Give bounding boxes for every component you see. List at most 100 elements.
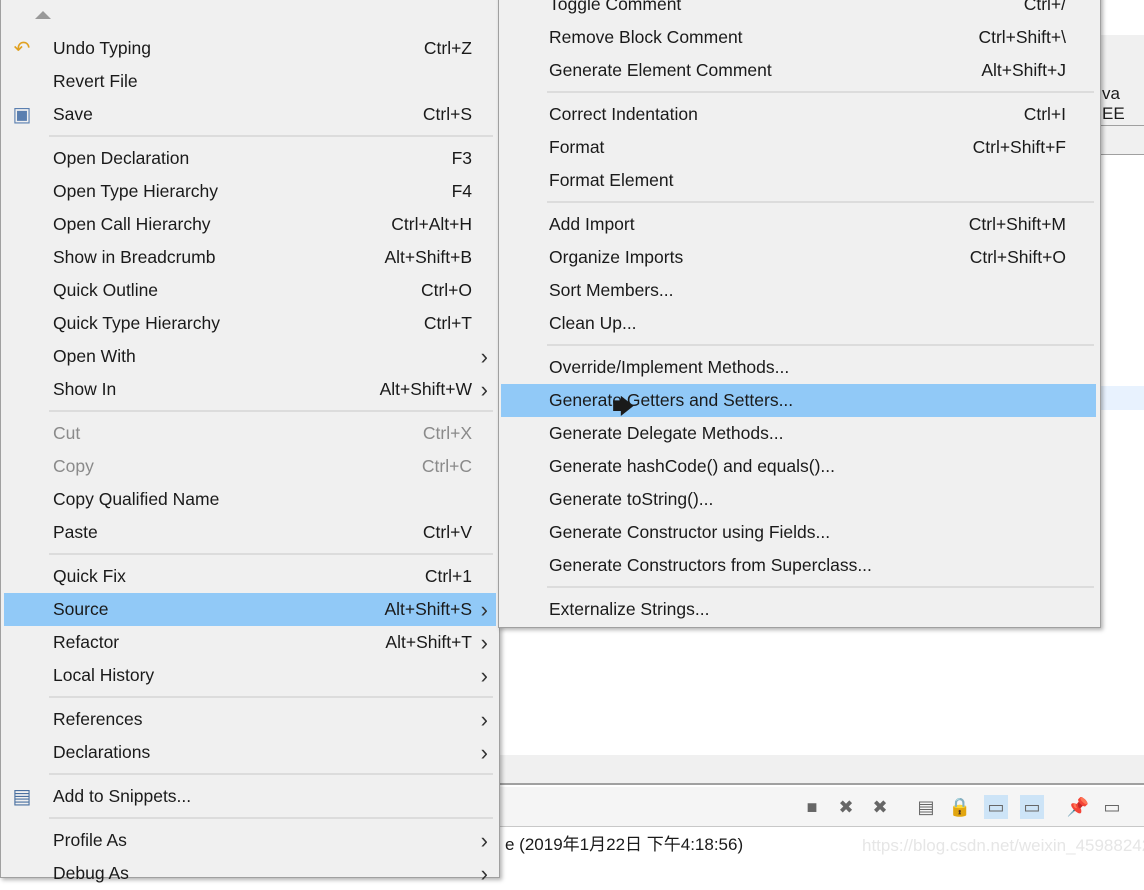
menu-item-add-to-snippets[interactable]: ▤ Add to Snippets... (4, 780, 496, 813)
menu-item-label: Save (53, 104, 93, 124)
menu-item-label: Refactor (53, 632, 120, 652)
clear-console-icon[interactable]: ▤ (914, 795, 938, 819)
menu-item-label: Open With (53, 346, 136, 366)
menu-item-quick-outline[interactable]: Quick Outline Ctrl+O (4, 274, 496, 307)
menu-item-refactor[interactable]: Refactor Alt+Shift+T › (4, 626, 496, 659)
scroll-lock-icon[interactable]: 🔒 (948, 795, 972, 819)
menu-item-open-type-hierarchy[interactable]: Open Type Hierarchy F4 (4, 175, 496, 208)
chevron-right-icon: › (480, 706, 488, 732)
menu-item-label: Generate Constructor using Fields... (549, 522, 831, 542)
menu-item-generate-constructor-using-fields[interactable]: Generate Constructor using Fields... (501, 516, 1096, 549)
menu-item-externalize-strings[interactable]: Externalize Strings... (501, 593, 1096, 626)
menu-item-label: Local History (53, 665, 155, 685)
menu-separator (49, 773, 493, 775)
menu-item-organize-imports[interactable]: Organize Imports Ctrl+Shift+O (501, 241, 1096, 274)
menu-item-quick-type-hierarchy[interactable]: Quick Type Hierarchy Ctrl+T (4, 307, 496, 340)
menu-item-label: Cut (53, 423, 81, 443)
menu-item-label: Externalize Strings... (549, 599, 710, 619)
menu-item-shortcut: Ctrl+O (420, 280, 472, 300)
menu-item-label: Override/Implement Methods... (549, 357, 790, 377)
display-console-icon[interactable]: ▭ (1100, 795, 1124, 819)
chevron-right-icon: › (480, 739, 488, 765)
menu-item-save[interactable]: ▣ Save Ctrl+S (4, 98, 496, 131)
chevron-right-icon: › (480, 827, 488, 853)
menu-item-label: Toggle Comment (549, 0, 682, 14)
menu-item-label: Format Element (549, 170, 674, 190)
menu-item-profile-as[interactable]: Profile As › (4, 824, 496, 857)
menu-item-open-call-hierarchy[interactable]: Open Call Hierarchy Ctrl+Alt+H (4, 208, 496, 241)
watermark: https://blog.csdn.net/weixin_45988242 (862, 836, 1144, 855)
menu-item-generate-constructors-from-superclass[interactable]: Generate Constructors from Superclass... (501, 549, 1096, 582)
menu-item-label: Open Type Hierarchy (53, 181, 219, 201)
menu-item-undo-typing[interactable]: ↶ Undo Typing Ctrl+Z (4, 32, 496, 65)
menu-item-label: Revert File (53, 71, 138, 91)
menu-item-open-declaration[interactable]: Open Declaration F3 (4, 142, 496, 175)
menu-item-shortcut: F3 (451, 148, 472, 168)
menu-item-label: Quick Fix (53, 566, 126, 586)
menu-item-shortcut: Ctrl+Shift+F (972, 137, 1066, 157)
menu-item-shortcut: Ctrl+Shift+\ (978, 27, 1066, 47)
mouse-cursor-icon: 🡆 (612, 394, 635, 419)
menu-item-show-in[interactable]: Show In Alt+Shift+W › (4, 373, 496, 406)
show-on-stderr-icon[interactable]: ▭ (1020, 795, 1044, 819)
menu-item-open-with[interactable]: Open With › (4, 340, 496, 373)
menu-item-shortcut: Alt+Shift+J (981, 60, 1066, 80)
menu-item-debug-as[interactable]: Debug As › (4, 857, 496, 890)
menu-item-label: Show in Breadcrumb (53, 247, 216, 267)
menu-item-shortcut: Ctrl+Alt+H (391, 214, 472, 234)
show-on-stdout-icon[interactable]: ▭ (984, 795, 1008, 819)
menu-item-override-implement-methods[interactable]: Override/Implement Methods... (501, 351, 1096, 384)
menu-item-generate-tostring[interactable]: Generate toString()... (501, 483, 1096, 516)
menu-item-source[interactable]: Source Alt+Shift+S › (4, 593, 496, 626)
chevron-right-icon: › (480, 376, 488, 402)
menu-item-generate-getters-and-setters[interactable]: Generate Getters and Setters... (501, 384, 1096, 417)
menu-item-cut[interactable]: Cut Ctrl+X (4, 417, 496, 450)
menu-item-references[interactable]: References › (4, 703, 496, 736)
scroll-up-icon[interactable] (35, 11, 51, 19)
menu-item-format[interactable]: Format Ctrl+Shift+F (501, 131, 1096, 164)
menu-item-remove-block-comment[interactable]: Remove Block Comment Ctrl+Shift+\ (501, 21, 1096, 54)
menu-item-generate-element-comment[interactable]: Generate Element Comment Alt+Shift+J (501, 54, 1096, 87)
menu-item-shortcut: Alt+Shift+T (385, 632, 472, 652)
console-status-text: e (2019年1月22日 下午4:18:56) (505, 835, 744, 854)
context-menu: ↶ Undo Typing Ctrl+Z Revert File ▣ Save Ctrl+S… (0, 0, 500, 886)
menu-item-add-import[interactable]: Add Import Ctrl+Shift+M (501, 208, 1096, 241)
menu-separator (49, 553, 493, 555)
menu-item-label: Open Declaration (53, 148, 190, 168)
panel-divider (500, 755, 1144, 785)
menu-item-revert-file[interactable]: Revert File (4, 65, 496, 98)
menu-item-show-in-breadcrumb[interactable]: Show in Breadcrumb Alt+Shift+B (4, 241, 496, 274)
menu-separator (49, 135, 493, 137)
menu-item-copy-qualified-name[interactable]: Copy Qualified Name (4, 483, 496, 516)
console-toolbar: ■ ✖ ✖ ▤ 🔒 ▭ ▭ 📌 ▭ (500, 787, 1144, 827)
menu-item-declarations[interactable]: Declarations › (4, 736, 496, 769)
menu-separator (547, 201, 1094, 203)
menu-item-label: Source (53, 599, 109, 619)
menu-item-label: Generate Element Comment (549, 60, 772, 80)
terminate-icon[interactable]: ■ (800, 795, 824, 819)
menu-item-quick-fix[interactable]: Quick Fix Ctrl+1 (4, 560, 496, 593)
menu-item-shortcut: Ctrl+1 (424, 566, 472, 586)
pin-console-icon[interactable]: 📌 (1066, 795, 1090, 819)
remove-icon[interactable]: ✖ (834, 795, 858, 819)
menu-item-copy[interactable]: Copy Ctrl+C (4, 450, 496, 483)
menu-item-paste[interactable]: Paste Ctrl+V (4, 516, 496, 549)
menu-item-format-element[interactable]: Format Element (501, 164, 1096, 197)
menu-item-sort-members[interactable]: Sort Members... (501, 274, 1096, 307)
menu-separator (547, 586, 1094, 588)
chevron-right-icon: › (480, 343, 488, 369)
menu-separator (49, 410, 493, 412)
menu-item-correct-indentation[interactable]: Correct Indentation Ctrl+I (501, 98, 1096, 131)
menu-item-shortcut: Ctrl+C (421, 456, 472, 476)
menu-item-local-history[interactable]: Local History › (4, 659, 496, 692)
menu-item-toggle-comment[interactable]: Toggle Comment Ctrl+/ (501, 0, 1096, 21)
perspective-label[interactable]: va EE (1102, 84, 1144, 124)
chevron-right-icon: › (480, 860, 488, 886)
menu-item-generate-hashcode-and-equals[interactable]: Generate hashCode() and equals()... (501, 450, 1096, 483)
menu-item-clean-up[interactable]: Clean Up... (501, 307, 1096, 340)
menu-item-label: Format (549, 137, 605, 157)
menu-item-generate-delegate-methods[interactable]: Generate Delegate Methods... (501, 417, 1096, 450)
menu-item-label: Copy (53, 456, 94, 476)
remove-all-icon[interactable]: ✖ (868, 795, 892, 819)
menu-item-shortcut: Alt+Shift+S (384, 599, 472, 619)
